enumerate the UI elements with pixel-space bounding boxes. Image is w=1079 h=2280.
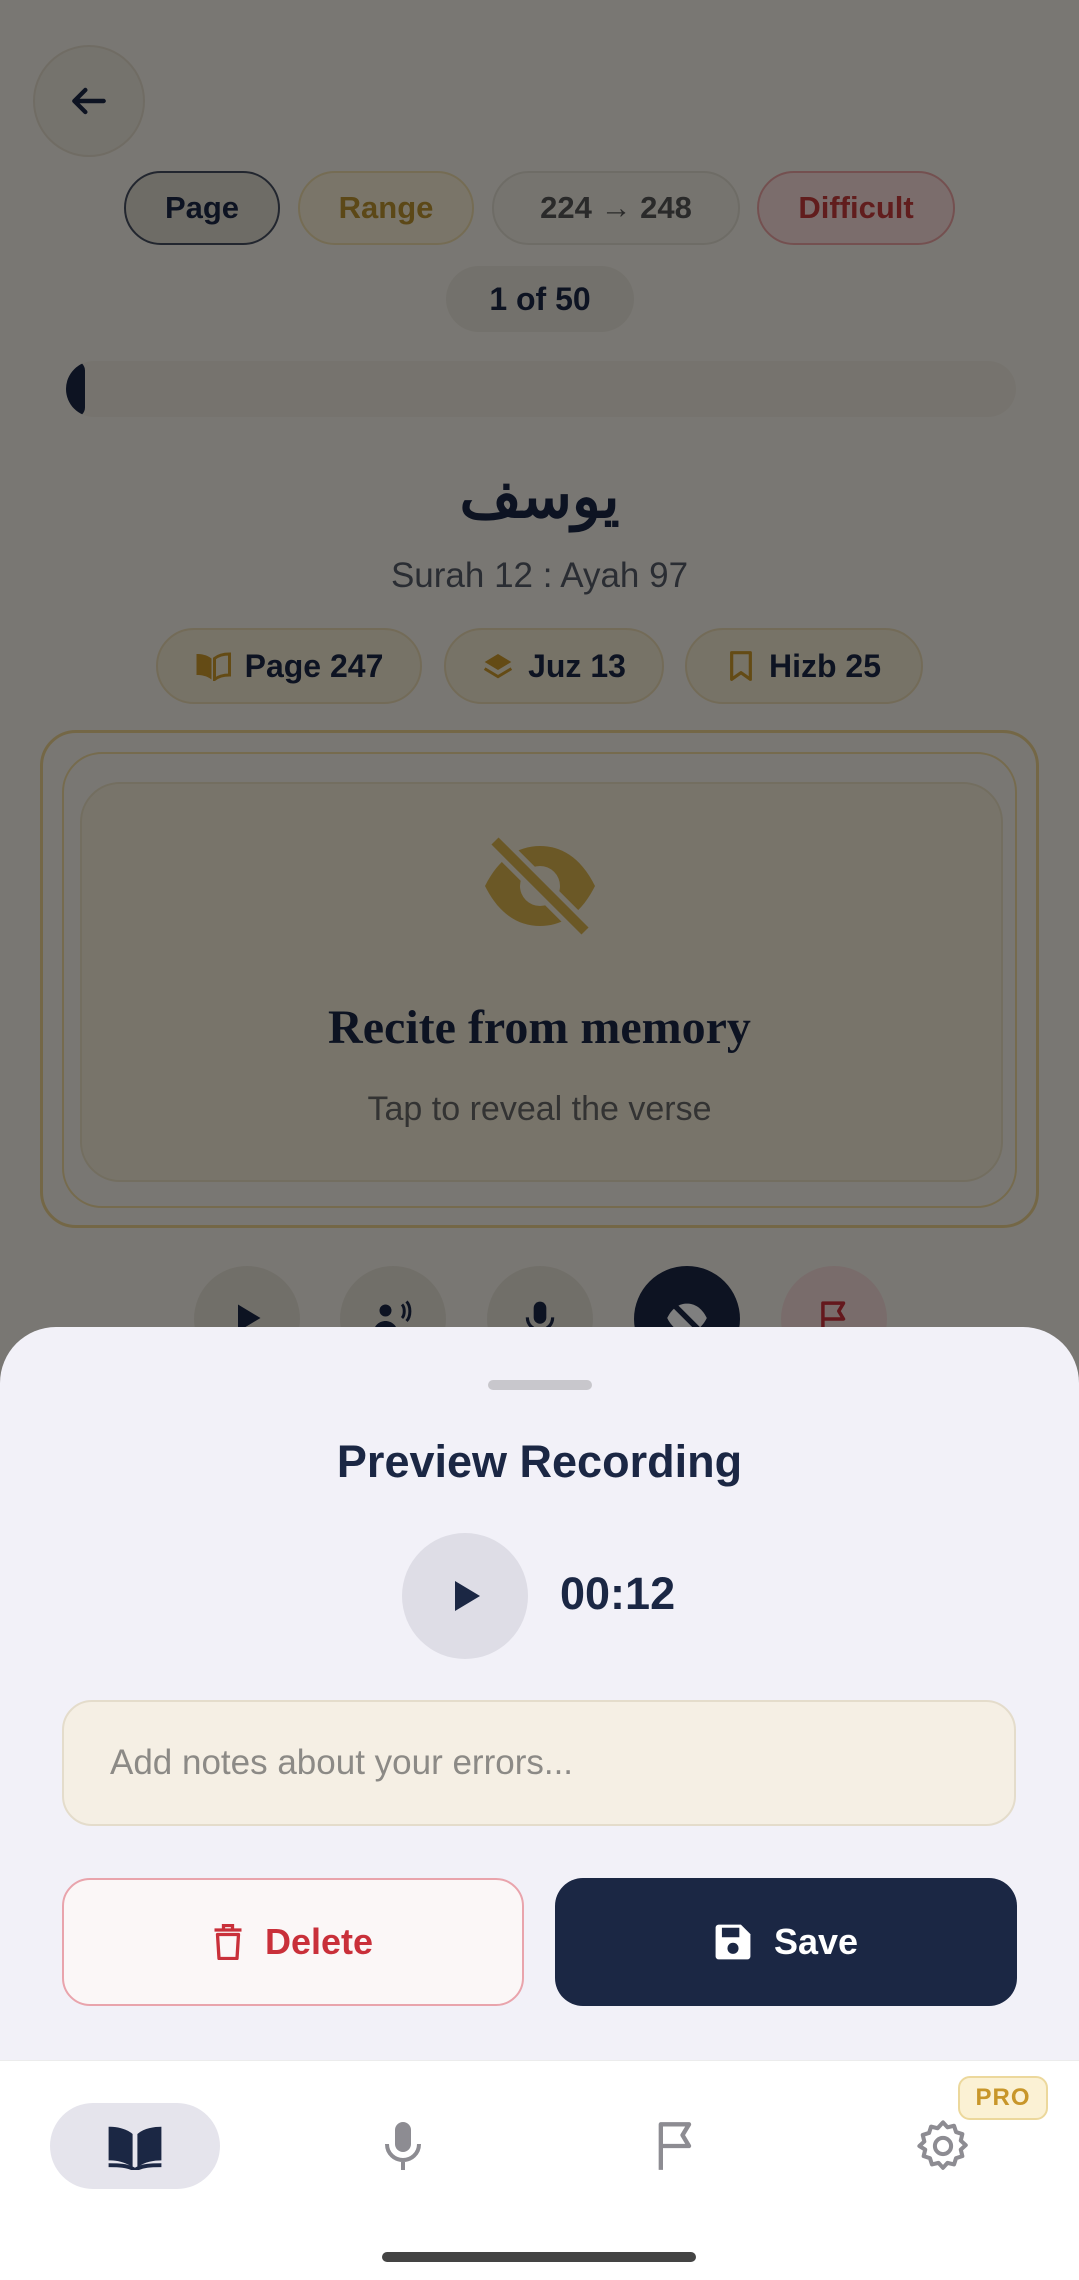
save-button[interactable]: Save bbox=[555, 1878, 1017, 2006]
sheet-drag-handle[interactable] bbox=[488, 1380, 592, 1390]
home-indicator[interactable] bbox=[382, 2252, 696, 2262]
save-button-label: Save bbox=[773, 1921, 859, 1962]
nav-tab-record[interactable] bbox=[360, 2103, 446, 2189]
play-recording-button[interactable] bbox=[402, 1533, 528, 1659]
trash-icon bbox=[214, 1924, 242, 1960]
nav-tab-read[interactable] bbox=[50, 2103, 220, 2189]
microphone-icon bbox=[385, 2122, 421, 2170]
gear-icon bbox=[917, 2120, 968, 2170]
sheet-title: Preview Recording bbox=[336, 1436, 743, 1487]
notes-input[interactable] bbox=[62, 1700, 1016, 1826]
nav-tab-flagged[interactable] bbox=[633, 2103, 719, 2189]
play-icon bbox=[455, 1581, 480, 1611]
delete-button[interactable]: Delete bbox=[62, 1878, 524, 2006]
delete-button-label: Delete bbox=[264, 1921, 374, 1962]
flag-icon bbox=[658, 2122, 692, 2170]
open-book-icon bbox=[108, 2126, 162, 2170]
floppy-disk-icon bbox=[715, 1924, 751, 1960]
pro-badge: PRO bbox=[958, 2076, 1048, 2120]
recording-duration: 00:12 bbox=[560, 1568, 676, 1619]
